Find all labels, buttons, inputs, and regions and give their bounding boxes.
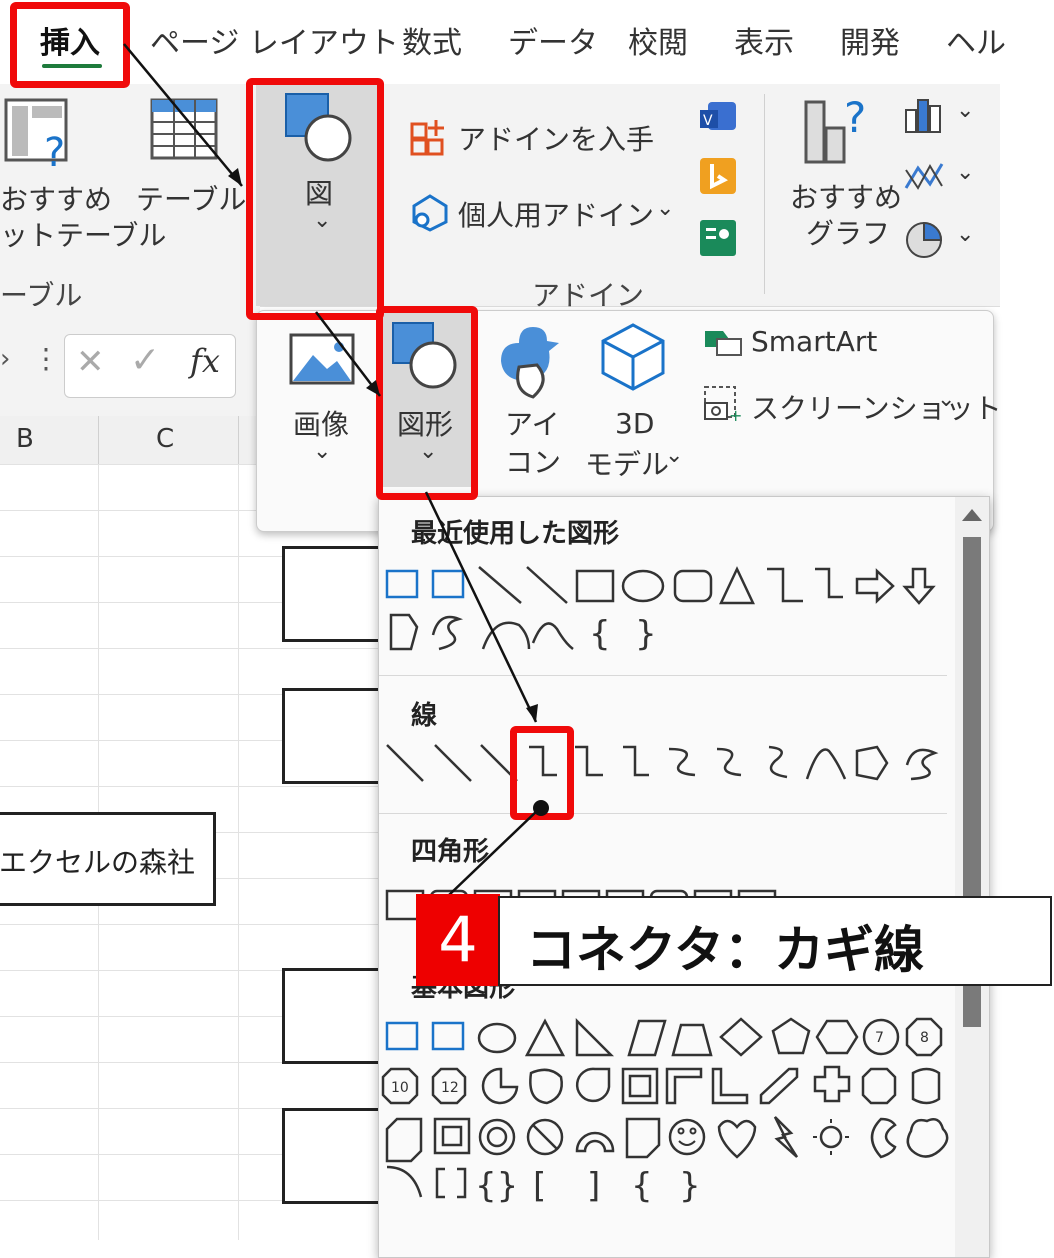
step-number-badge: 4	[416, 894, 500, 986]
step-callout-text: コネクタ：カギ線	[526, 921, 924, 979]
guide-arrows	[123, 43, 549, 897]
step-callout: コネクタ：カギ線	[498, 896, 1052, 986]
